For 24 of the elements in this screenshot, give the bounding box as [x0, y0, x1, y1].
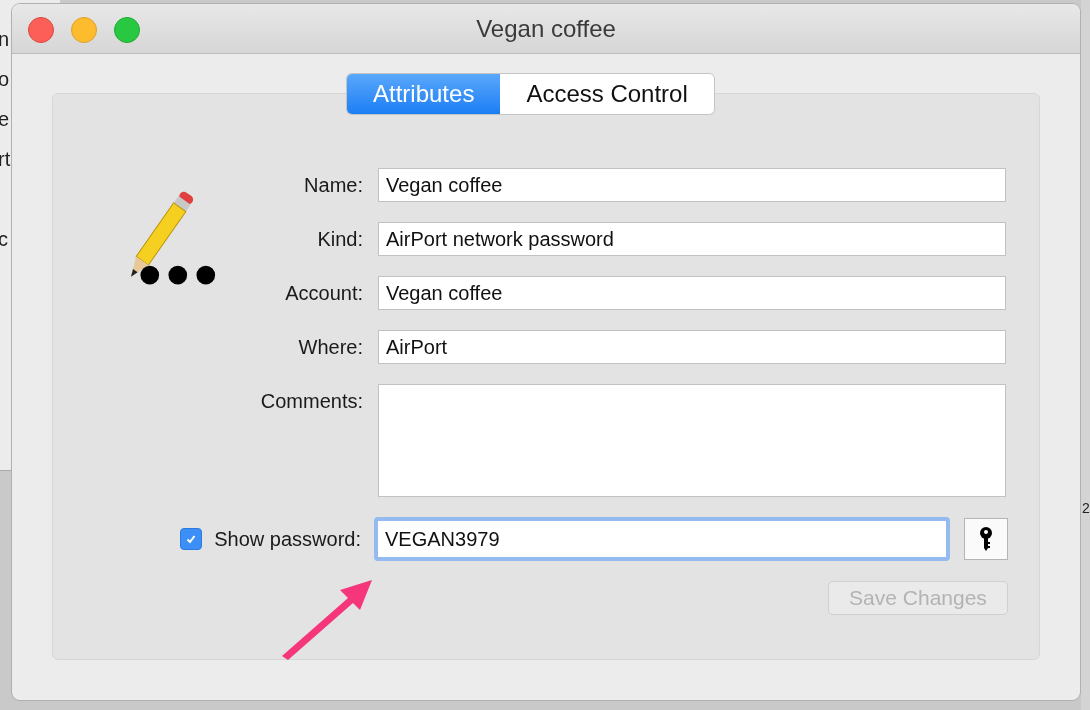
input-field[interactable]: Vegan coffee [378, 168, 1006, 202]
key-button[interactable] [964, 518, 1008, 560]
checkbox[interactable] [180, 528, 203, 550]
field-label: Account: [284, 281, 364, 305]
table-cell: 2 [1082, 500, 1090, 516]
checkbox-label: Show password: [214, 527, 361, 551]
field-label: Kind: [316, 227, 364, 251]
input-field[interactable]: Vegan coffee [378, 276, 1006, 310]
key-icon [979, 526, 993, 552]
field-label: Where: [297, 335, 364, 359]
list-item-text: n [0, 28, 10, 51]
zoom-button[interactable] [114, 17, 140, 43]
checkmark-icon [185, 533, 198, 545]
tab[interactable]: Access Control [500, 74, 714, 114]
password-field[interactable]: VEGAN3979 [374, 517, 950, 561]
comments-field[interactable] [378, 384, 1006, 497]
close-button[interactable] [28, 17, 54, 43]
minimize-button[interactable] [71, 17, 97, 43]
input-field[interactable]: AirPort [378, 330, 1006, 364]
input-field[interactable]: AirPort network password [378, 222, 1006, 256]
field-label: Name: [303, 173, 364, 197]
window-title: Vegan coffee [476, 14, 616, 43]
field-label: Comments: [259, 389, 364, 413]
list-item-text: rt [0, 148, 11, 171]
